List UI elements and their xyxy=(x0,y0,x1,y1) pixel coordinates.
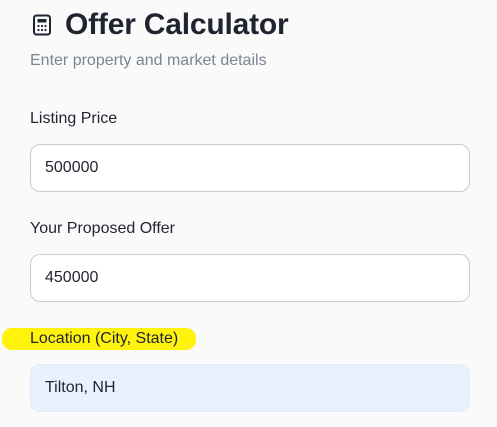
page-subtitle: Enter property and market details xyxy=(30,52,267,69)
calculator-icon xyxy=(30,13,54,37)
offer-calculator-panel: Offer Calculator Enter property and mark… xyxy=(0,0,497,427)
listing-price-label: Listing Price xyxy=(30,110,118,127)
location-label: Location (City, State) xyxy=(30,330,179,347)
proposed-offer-input[interactable] xyxy=(30,254,470,302)
page-title: Offer Calculator xyxy=(65,8,289,41)
location-input[interactable] xyxy=(30,364,470,412)
header: Offer Calculator xyxy=(30,6,289,44)
listing-price-input[interactable] xyxy=(30,144,470,192)
proposed-offer-label: Your Proposed Offer xyxy=(30,220,175,237)
